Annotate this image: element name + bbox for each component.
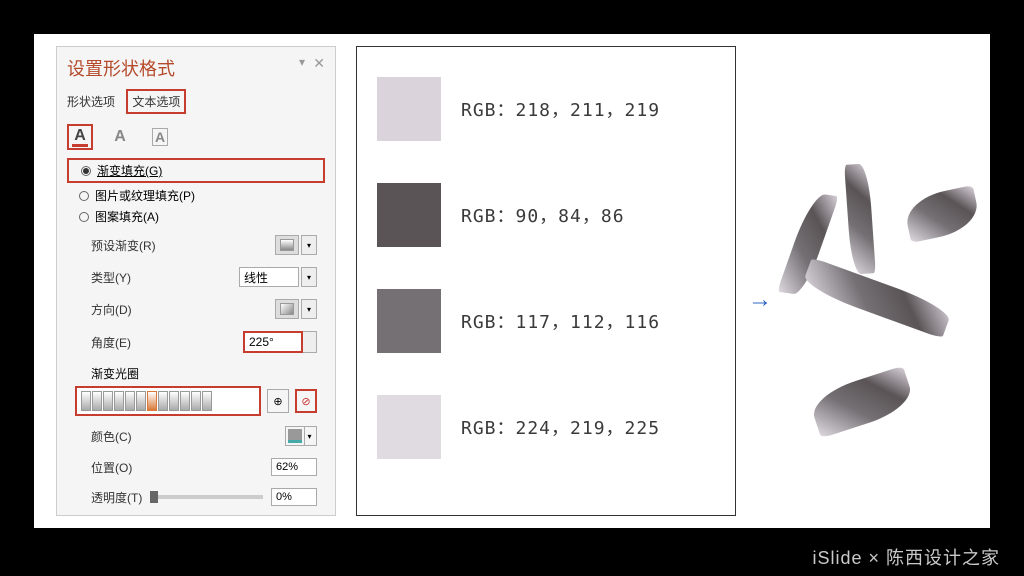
- transparency-slider[interactable]: [150, 495, 263, 499]
- arrow-icon: →: [748, 286, 772, 314]
- rgb-value: RGB：90，84，86: [461, 202, 625, 228]
- direction-dropdown-icon[interactable]: ▾: [301, 299, 317, 319]
- radio-dot-icon: [79, 212, 89, 222]
- preset-gradient-label: 预设渐变(R): [91, 237, 156, 254]
- text-fill-outline-icon[interactable]: A: [67, 124, 93, 150]
- gradient-stop-selected[interactable]: [147, 391, 157, 411]
- radio-pattern-fill[interactable]: 图案填充(A): [79, 208, 325, 225]
- textbox-icon[interactable]: A: [147, 124, 173, 150]
- gradient-stop[interactable]: [158, 391, 168, 411]
- direction-label: 方向(D): [91, 301, 132, 318]
- remove-stop-button[interactable]: ⊘: [295, 389, 317, 413]
- format-shape-panel: 设置形状格式 ▾ ✕ 形状选项 文本选项 A A A 渐变填充(G) 图片或纹理…: [56, 46, 336, 516]
- gradient-stops-label: 渐变光圈: [57, 359, 335, 384]
- swatch-item: RGB：90，84，86: [377, 183, 715, 247]
- add-stop-button[interactable]: ⊕: [267, 389, 289, 413]
- tab-text-options[interactable]: 文本选项: [126, 89, 186, 114]
- text-effects-icon[interactable]: A: [107, 124, 133, 150]
- gradient-stops-bar[interactable]: [75, 386, 261, 416]
- swatch-item: RGB：218，211，219: [377, 77, 715, 141]
- rgb-value: RGB：218，211，219: [461, 96, 660, 122]
- radio-dot-icon: [79, 191, 89, 201]
- type-dropdown-icon[interactable]: ▾: [301, 267, 317, 287]
- preset-dropdown-icon[interactable]: ▾: [301, 235, 317, 255]
- swatch-item: RGB：224，219，225: [377, 395, 715, 459]
- color-swatch: [377, 77, 441, 141]
- radio-gradient-fill[interactable]: 渐变填充(G): [67, 158, 325, 183]
- gradient-stop[interactable]: [114, 391, 124, 411]
- radio-dot-icon: [81, 166, 91, 176]
- gradient-stop[interactable]: [92, 391, 102, 411]
- tab-shape-options[interactable]: 形状选项: [67, 93, 115, 110]
- rgb-value: RGB：117，112，116: [461, 308, 660, 334]
- position-input[interactable]: 62%: [271, 458, 317, 476]
- gradient-character-preview: [782, 154, 982, 444]
- gradient-stop[interactable]: [191, 391, 201, 411]
- color-swatch: [377, 395, 441, 459]
- gradient-stop[interactable]: [180, 391, 190, 411]
- panel-title: 设置形状格式: [67, 55, 325, 81]
- swatch-item: RGB：117，112，116: [377, 289, 715, 353]
- color-swatch: [377, 289, 441, 353]
- color-swatch-panel: RGB：218，211，219 RGB：90，84，86 RGB：117，112…: [356, 46, 736, 516]
- angle-input[interactable]: 225°: [243, 331, 303, 353]
- gradient-stop[interactable]: [136, 391, 146, 411]
- gradient-stop[interactable]: [81, 391, 91, 411]
- color-swatch: [377, 183, 441, 247]
- gradient-stop[interactable]: [125, 391, 135, 411]
- color-picker-button[interactable]: ▾: [285, 426, 317, 446]
- gradient-stop[interactable]: [169, 391, 179, 411]
- type-label: 类型(Y): [91, 269, 131, 286]
- pin-icon[interactable]: ▾: [299, 55, 305, 69]
- angle-spinner[interactable]: [303, 331, 317, 353]
- close-icon[interactable]: ✕: [313, 55, 325, 72]
- preset-gradient-button[interactable]: [275, 235, 299, 255]
- gradient-stop[interactable]: [103, 391, 113, 411]
- radio-picture-fill[interactable]: 图片或纹理填充(P): [79, 187, 325, 204]
- rgb-value: RGB：224，219，225: [461, 414, 660, 440]
- direction-button[interactable]: [275, 299, 299, 319]
- angle-label: 角度(E): [91, 334, 131, 351]
- watermark-text: iSlide × 陈西设计之家: [812, 544, 1000, 570]
- position-label: 位置(O): [91, 459, 132, 476]
- transparency-input[interactable]: 0%: [271, 488, 317, 506]
- color-label: 颜色(C): [91, 428, 132, 445]
- transparency-label: 透明度(T): [91, 489, 142, 506]
- gradient-stop[interactable]: [202, 391, 212, 411]
- type-select[interactable]: 线性: [239, 267, 299, 287]
